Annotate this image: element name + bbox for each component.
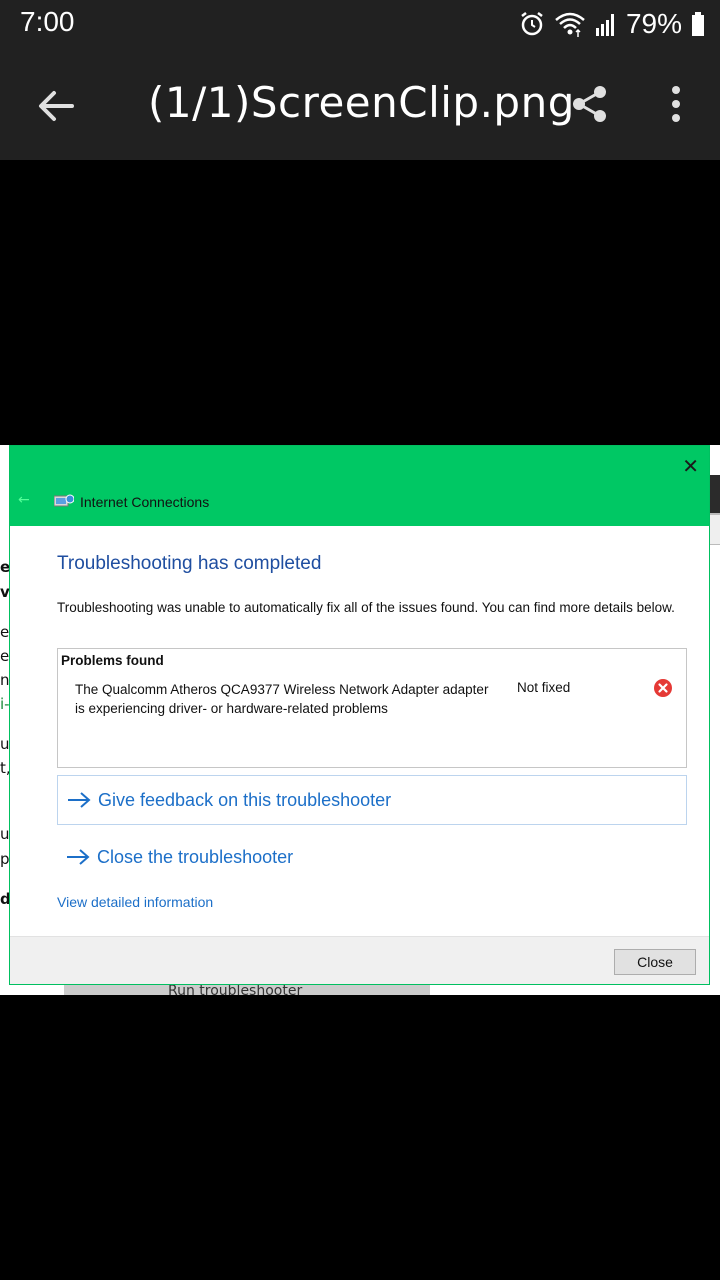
close-icon[interactable]: ✕ bbox=[682, 454, 699, 478]
dialog-header: ✕ ← Internet Connections bbox=[10, 446, 709, 526]
image-title: (1/1)ScreenClip.png bbox=[148, 78, 575, 127]
dialog-description: Troubleshooting was unable to automatica… bbox=[57, 600, 675, 615]
give-feedback-label: Give feedback on this troubleshooter bbox=[98, 789, 392, 810]
problems-found-panel: Problems found The Qualcomm Atheros QCA9… bbox=[57, 648, 687, 768]
wifi-icon bbox=[555, 12, 585, 37]
background-fragment: e bbox=[0, 623, 10, 641]
battery-percent: 79% bbox=[625, 8, 682, 39]
alarm-icon bbox=[521, 12, 543, 36]
more-vert-icon[interactable] bbox=[656, 82, 696, 126]
screenshot-image: e vs e ec n i- u t, u p d Run troublesho… bbox=[0, 445, 720, 995]
background-window-edge bbox=[710, 515, 720, 995]
dialog-footer: Close bbox=[10, 936, 709, 984]
problem-status: Not fixed bbox=[517, 680, 571, 695]
dialog-heading: Troubleshooting has completed bbox=[57, 553, 322, 574]
dialog-window-title: Internet Connections bbox=[80, 494, 210, 510]
app-bar: (1/1)ScreenClip.png bbox=[0, 50, 720, 160]
status-icons: 79% bbox=[518, 8, 706, 40]
close-troubleshooter-link[interactable]: Close the troubleshooter bbox=[57, 832, 687, 882]
back-arrow-icon[interactable] bbox=[34, 84, 78, 128]
signal-icon bbox=[595, 14, 614, 36]
arrow-right-icon bbox=[68, 792, 91, 808]
problem-description: The Qualcomm Atheros QCA9377 Wireless Ne… bbox=[75, 682, 489, 716]
battery-icon bbox=[692, 12, 704, 36]
arrow-right-icon bbox=[67, 849, 90, 865]
network-troubleshooter-icon bbox=[54, 494, 74, 507]
view-detailed-information-link[interactable]: View detailed information bbox=[57, 894, 213, 910]
status-bar: 7:00 79% bbox=[0, 0, 720, 50]
give-feedback-link[interactable]: Give feedback on this troubleshooter bbox=[57, 775, 687, 825]
problems-found-title: Problems found bbox=[61, 653, 164, 668]
troubleshooter-dialog: ✕ ← Internet Connections Troubleshooting… bbox=[9, 445, 710, 985]
error-icon bbox=[654, 679, 672, 697]
close-button[interactable]: Close bbox=[614, 949, 696, 975]
share-icon[interactable] bbox=[568, 82, 612, 126]
close-troubleshooter-label: Close the troubleshooter bbox=[97, 846, 294, 867]
back-arrow-icon[interactable]: ← bbox=[18, 492, 30, 508]
background-window-edge bbox=[710, 513, 720, 545]
status-time: 7:00 bbox=[20, 6, 75, 37]
